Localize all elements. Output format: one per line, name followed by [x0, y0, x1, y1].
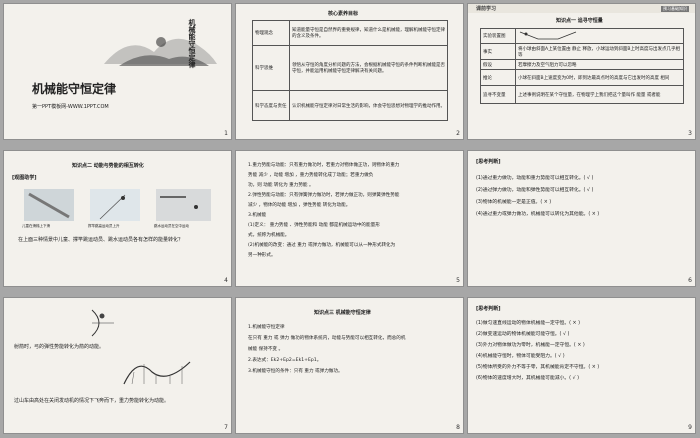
table-cell: 追寻不变量 [480, 85, 516, 104]
coaster-caption: 过山车由高处在关闭发动机的情况下飞奔而下，重力势能转化为动能。 [14, 398, 170, 404]
archer-image [86, 308, 116, 338]
slide-number: 7 [224, 424, 228, 431]
slide-caption: 第一PPT模板网-WWW.1PPT.COM [32, 104, 109, 110]
table-cell: 科学态度与责任 [252, 90, 290, 121]
slide-number: 8 [456, 424, 460, 431]
text-line: 2.弹性势能与动能：只有弹簧弹力做功时，若弹力做正功，则弹簧弹性势能 [248, 193, 400, 198]
rollercoaster-image [122, 354, 192, 386]
photo-slide [24, 189, 74, 221]
table-cell: 事实 [480, 43, 516, 60]
text-line: 械能 保持不变 。 [248, 347, 284, 352]
text-line: 3.机械能 [248, 213, 267, 218]
section-label: [思考判断] [476, 306, 501, 312]
section-label: [思考判断] [476, 159, 501, 165]
section-label: [观图助学] [12, 175, 37, 181]
goals-table: 物理观念 知道能量守恒是自然界的重要规律，知道什么是机械能，理解机械能守恒定律的含… [252, 20, 448, 121]
text-line: 势能 减少 ，动能 增加 ，重力势能转化成了动能；若重力做负 [248, 173, 374, 178]
text-line: 3.机械能守恒的条件：只有 重力 或弹力做功。 [248, 369, 343, 374]
list-item: (6)物体的速度增大时，其机械能可能减小。( √ ) [476, 376, 579, 381]
text-line: (1)定义： 重力势能 、弹性势能和 动能 都是机械运动中的能量形 [248, 223, 380, 228]
list-item: (5)物体所受的外力不等于零，其机械能肯定不守恒。( × ) [476, 365, 600, 370]
incline-diagram [519, 31, 577, 40]
vertical-title: 机械能守恒定律 [188, 19, 196, 68]
text-line: 功，则 动能 转化为 重力势能 。 [248, 183, 314, 188]
table-cell: 将小球由斜面A上某位置由 静止 释放，小球运动到斜面B上时高度与出发点几乎相等 [515, 43, 684, 60]
table-cell: 科学思维 [252, 45, 290, 91]
table-cell: 假设 [480, 59, 516, 70]
table-row: 推论 小球在斜面B上速度变为0时，即到达最高点时的高度与它出发时的高度 相同 [480, 69, 684, 86]
image-caption: 跳水运动员在空中运动 [154, 224, 189, 228]
body-text: 1.重力势能与动能：只有重力做功时，若重力对物体做正功，则物体的重力 势能 减少… [248, 161, 456, 261]
slide-number: 1 [224, 130, 228, 137]
table-row: 假设 若摩擦力及空气阻力可以忽略 [480, 59, 684, 70]
table-row: 事实 将小球由斜面A上某位置由 静止 释放，小球运动到斜面B上时高度与出发点几乎相… [480, 43, 684, 60]
table-cell: 上述事例说明在某个守恒量，在物理学上我们把这个量叫作 能量 或者能 [515, 85, 684, 104]
body-text: 1.机械能守恒定律 在只有 重力 或 弹力 做功的物体系统内，动能与势能可以相互… [248, 322, 456, 377]
text-line: 式，统称为机械能。 [248, 233, 290, 238]
table-row: 实验装置图 [480, 28, 684, 44]
slide-number: 5 [456, 277, 460, 284]
text-line: (2)机械能的改变：通过 重力 或弹力做功，机械能可以从一种形式转化为 [248, 243, 396, 248]
slide-thumbnail-8[interactable]: 知识点三 机械能守恒定律 1.机械能守恒定律 在只有 重力 或 弹力 做功的物体… [236, 298, 463, 433]
slide-number: 9 [688, 424, 692, 431]
knowledge-table: 实验装置图 事实 将小球由斜面A上某位置由 静止 释放，小球运动到斜面B上时高度与… [480, 28, 684, 104]
slide-title: 机械能守恒定律 [32, 82, 117, 96]
section-subtitle: 知识点二 动能与势能的相互转化 [72, 163, 144, 169]
table-cell: 小球在斜面B上速度变为0时，即到达最高点时的高度与它出发时的高度 相同 [515, 69, 684, 86]
text-line: 2.表达式：Ek2+Ep2=Ek1+Ep1。 [248, 358, 322, 363]
question-text: 在上面三种情景中儿童、撑竿跳运动员、跳水运动员各有怎样的能量转化？ [18, 237, 184, 243]
list-item: (3)外力对物体做功为零时，机械能一定守恒。( × ) [476, 343, 585, 348]
text-line: 在只有 重力 或 弹力 做功的物体系统内，动能与势能可以相互转化，而总的机 [248, 336, 406, 341]
table-cell: 实验装置图 [480, 28, 516, 44]
section-subtitle: 知识点一 追寻守恒量 [556, 18, 603, 24]
image-caption: 儿童在滑梯上下滑 [22, 224, 50, 228]
table-heading: 核心素养目标 [328, 11, 359, 17]
table-cell: 若摩擦力及空气阻力可以忽略 [515, 59, 684, 70]
table-row: 物理观念 知道能量守恒是自然界的重要规律，知道什么是机械能，理解机械能守恒定律的含… [252, 20, 448, 46]
text-line: 1.机械能守恒定律 [248, 325, 285, 330]
ink-landscape-image [99, 24, 219, 69]
slide-number: 6 [688, 277, 692, 284]
table-cell: 认识机械能守恒定律对日常生活的影响，体会守恒思想对物理学的推动作用。 [289, 90, 448, 121]
slide-number: 2 [456, 130, 460, 137]
slide-thumbnail-2[interactable]: 核心素养目标 物理观念 知道能量守恒是自然界的重要规律，知道什么是机械能，理解机械… [236, 4, 463, 139]
table-row: 科学态度与责任 认识机械能守恒定律对日常生活的影响，体会守恒思想对物理学的推动作用… [252, 90, 448, 121]
slide-thumbnail-1[interactable]: 机械能守恒定律 机械能守恒定律 第一PPT模板网-WWW.1PPT.COM 1 [4, 4, 231, 139]
slide-thumbnail-7[interactable]: 射箭时，弓的弹性势能转化为箭的动能。 过山车由高处在关闭发动机的情况下飞奔而下，… [4, 298, 231, 433]
list-item: (2)通过弹力做功，动能和弹性势能可以相互转化。( √ ) [476, 188, 594, 193]
table-cell: 领悟从守恒的角度分析问题的方法，会根据机械能守恒的条件判断机械能是否守恒，并能运… [289, 45, 448, 91]
photo-polevault [90, 189, 140, 221]
list-item: (2)做变速运动的物体机械能可能守恒。( √ ) [476, 332, 570, 337]
table-row: 追寻不变量 上述事例说明在某个守恒量，在物理学上我们把这个量叫作 能量 或者能 [480, 85, 684, 104]
text-line: 1.重力势能与动能：只有重力做功时，若重力对物体做正功，则物体的重力 [248, 163, 400, 168]
image-caption: 撑竿跳高运动员上升 [88, 224, 120, 228]
archery-caption: 射箭时，弓的弹性势能转化为箭的动能。 [14, 344, 105, 350]
slide-number: 3 [688, 130, 692, 137]
table-row: 科学思维 领悟从守恒的角度分析问题的方法，会根据机械能守恒的条件判断机械能是否守恒… [252, 45, 448, 91]
slide-thumbnail-6[interactable]: [思考判断] (1)通过重力做功，动能和重力势能可以相互转化。( √ ) (2)… [468, 151, 695, 286]
table-cell: 物理观念 [252, 20, 290, 46]
list-item: (4)通过重力或弹力做功，机械能可以转化为其他能。( × ) [476, 212, 600, 217]
slide-thumbnail-3[interactable]: 课前学习 预习基础知识 知识点一 追寻守恒量 实验装置图 事实 将小球由斜面A上某… [468, 4, 695, 139]
slide-header-bar: 课前学习 预习基础知识 [468, 4, 695, 13]
photo-diving [156, 189, 211, 221]
list-item: (1)做匀速直线运动的物体机械能一定守恒。( × ) [476, 321, 580, 326]
text-line: 减少 ，物体的动能 增加 ，弹性势能 转化为动能。 [248, 203, 351, 208]
table-cell: 知道能量守恒是自然界的重要规律，知道什么是机械能，理解机械能守恒定律的含义及条件… [289, 20, 448, 46]
list-item: (4)机械能守恒时，物体可能受阻力。( √ ) [476, 354, 565, 359]
header-badge: 预习基础知识 [661, 6, 689, 12]
slide-thumbnail-9[interactable]: [思考判断] (1)做匀速直线运动的物体机械能一定守恒。( × ) (2)做变速… [468, 298, 695, 433]
header-tab: 课前学习 [476, 6, 497, 12]
judgement-list: (1)通过重力做功，动能和重力势能可以相互转化。( √ ) (2)通过弹力做功，… [476, 173, 688, 221]
judgement-list: (1)做匀速直线运动的物体机械能一定守恒。( × ) (2)做变速运动的物体机械… [476, 318, 688, 384]
slide-thumbnail-5[interactable]: 1.重力势能与动能：只有重力做功时，若重力对物体做正功，则物体的重力 势能 减少… [236, 151, 463, 286]
list-item: (1)通过重力做功，动能和重力势能可以相互转化。( √ ) [476, 176, 594, 181]
experiment-diagram-cell [515, 28, 684, 44]
list-item: (3)物体的机械能一定是正值。( × ) [476, 200, 552, 205]
slide-number: 4 [224, 277, 228, 284]
section-subtitle: 知识点三 机械能守恒定律 [314, 310, 371, 316]
table-cell: 推论 [480, 69, 516, 86]
slide-thumbnail-4[interactable]: 知识点二 动能与势能的相互转化 [观图助学] 儿童在滑梯上下滑 撑竿跳高运动员上… [4, 151, 231, 286]
text-line: 另一种形式。 [248, 253, 276, 258]
